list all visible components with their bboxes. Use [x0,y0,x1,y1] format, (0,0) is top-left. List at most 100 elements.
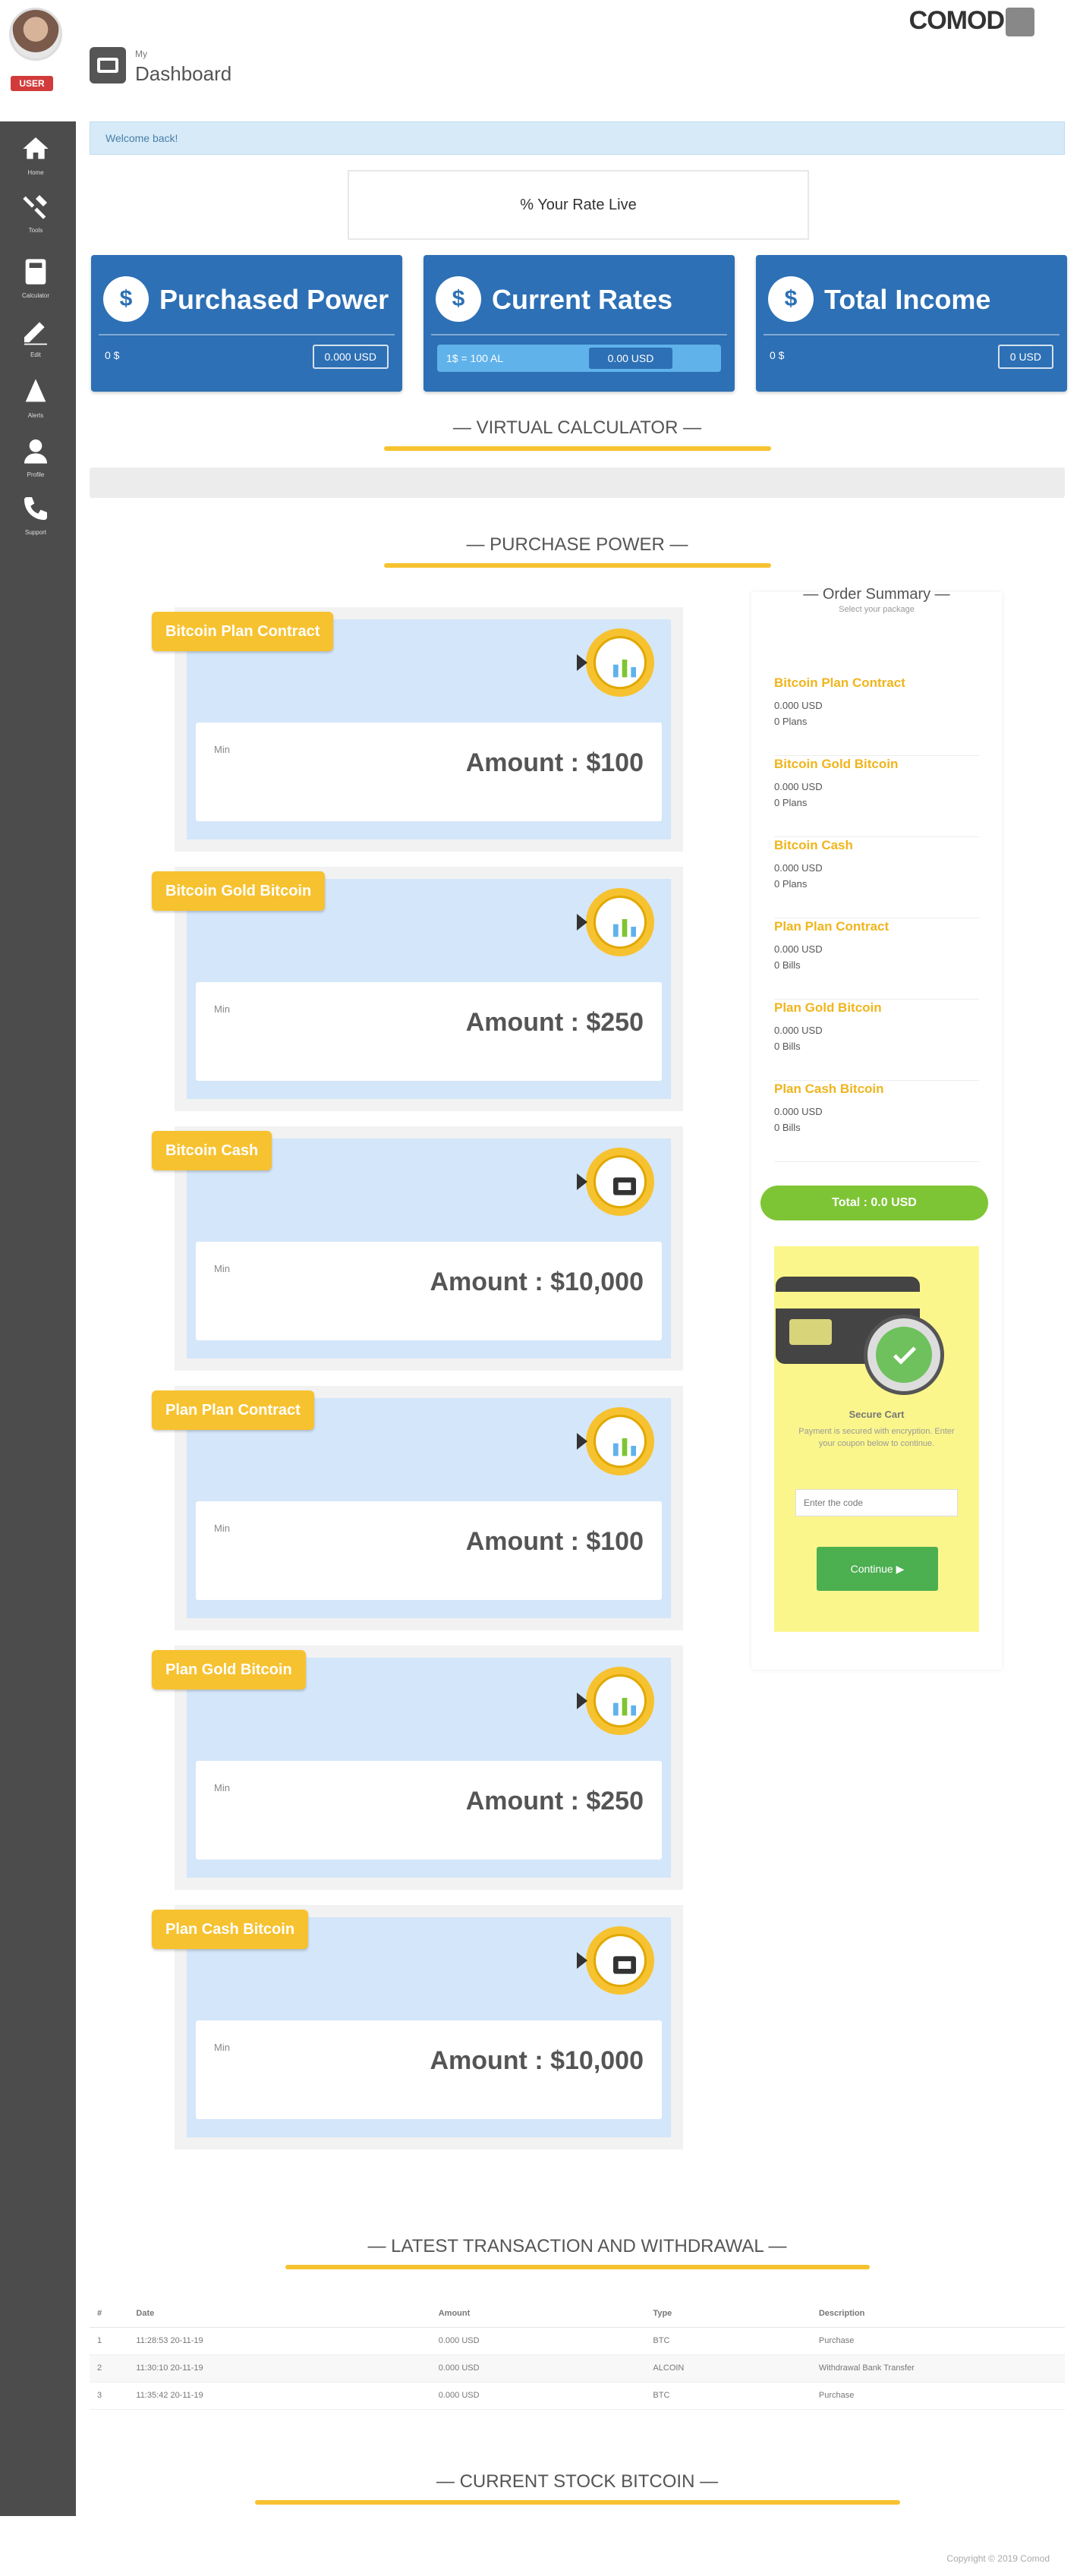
summary-item: Bitcoin Cash 0.000 USD 0 Plans [774,838,979,918]
sidebar-item-support[interactable]: Support [18,493,53,537]
product-card[interactable]: Min Amount : $100 Plan Plan Contract [152,1386,683,1630]
product-amount-box: Min Amount : $100 [196,1501,662,1600]
summary-item-count: 0 Bills [774,1041,801,1052]
product-amount-box: Min Amount : $100 [196,723,662,821]
summary-item-amount: 0.000 USD [774,943,823,955]
divider [431,334,727,335]
section-underline [383,446,771,451]
stat-left-value: 0 $ [770,349,785,361]
table-cell: Purchase [811,2382,1065,2410]
table-header[interactable]: Type [645,2300,811,2328]
sidebar-item-calculator[interactable]: Calculator [18,257,53,301]
summary-item: Plan Gold Bitcoin 0.000 USD 0 Bills [774,1000,979,1081]
summary-item: Plan Cash Bitcoin 0.000 USD 0 Bills [774,1082,979,1162]
check-icon [864,1315,944,1395]
table-cell: 0.000 USD [430,2354,646,2382]
order-summary-title: — Order Summary — Select your package [751,586,1002,614]
sidebar-item-alerts[interactable]: Alerts [18,376,53,420]
table-header[interactable]: Amount [430,2300,646,2328]
product-card-body: Min Amount : $10,000 [187,1917,671,2137]
coin-icon[interactable] [577,1407,654,1475]
order-summary-subtitle: Select your package [839,605,915,614]
product-amount: Amount : $10,000 [430,1268,644,1296]
stat-title: Current Rates [492,284,673,315]
dashboard-icon [90,47,126,83]
sidebar-item-label: Edit [30,351,41,358]
stat-card-current-rates: $ Current Rates 1$ = 100 AL 0.00 USD [423,255,735,392]
sidebar-item-edit[interactable]: Edit [18,316,53,360]
total-button[interactable]: Total : 0.0 USD [760,1186,988,1220]
product-amount-box: Min Amount : $250 [196,982,662,1081]
coin-icon[interactable] [577,1926,654,1995]
product-card[interactable]: Min Amount : $100 Bitcoin Plan Contract [152,607,683,852]
tools-icon [23,195,47,219]
table-row[interactable]: 3 11:35:42 20-11-19 0.000 USD BTC Purchase [90,2382,1065,2410]
summary-item-count: 0 Plans [774,797,808,808]
product-amount: Amount : $250 [465,1787,644,1815]
divider [99,334,395,335]
sidebar-item-profile[interactable]: Profile [18,436,53,480]
sidebar-item-label: Calculator [21,292,49,299]
summary-item-count: 0 Plans [774,716,808,727]
table-cell: 11:35:42 20-11-19 [128,2382,431,2410]
product-card[interactable]: Min Amount : $10,000 Bitcoin Cash [152,1126,683,1371]
summary-item: Bitcoin Plan Contract 0.000 USD 0 Plans [774,675,979,756]
summary-item: Bitcoin Gold Bitcoin 0.000 USD 0 Plans [774,757,979,837]
product-tag: Plan Cash Bitcoin [152,1910,309,1949]
stat-right-value[interactable]: 0.000 USD [312,345,389,369]
product-card[interactable]: Min Amount : $250 Bitcoin Gold Bitcoin [152,867,683,1111]
product-card-body: Min Amount : $250 [187,1658,671,1878]
product-card-body: Min Amount : $250 [187,879,671,1099]
table-cell: 0.000 USD [430,2327,646,2355]
page: USER Home Tools Calculator Edit Alerts P… [0,0,1080,2576]
coin-icon[interactable] [577,1148,654,1216]
edit-icon [24,322,47,345]
coin-icon[interactable] [577,1667,654,1735]
table-cell: 1 [90,2327,129,2355]
product-card[interactable]: Min Amount : $250 Plan Gold Bitcoin [152,1645,683,1890]
summary-item-name: Bitcoin Plan Contract [774,675,905,690]
continue-button[interactable]: Continue ▶ [817,1547,938,1591]
product-amount: Amount : $10,000 [430,2046,644,2075]
summary-item-count: 0 Bills [774,1122,801,1133]
product-min-label: Min [214,1003,230,1015]
brand-logo[interactable]: COMOD [909,6,1034,37]
summary-item-name: Plan Cash Bitcoin [774,1082,884,1096]
section-current-stock: — CURRENT STOCK BITCOIN — [90,2471,1065,2505]
table-row[interactable]: 1 11:28:53 20-11-19 0.000 USD BTC Purchase [90,2327,1065,2355]
stat-left-value: 0 $ [105,349,120,361]
section-purchase-power: — PURCHASE POWER — [90,534,1065,568]
product-min-label: Min [214,1782,230,1793]
section-heading: — CURRENT STOCK BITCOIN — [436,2471,719,2492]
coin-icon[interactable] [577,888,654,956]
table-header[interactable]: Date [128,2300,431,2328]
user-icon [24,439,47,464]
sidebar-item-tools[interactable]: Tools [18,191,53,235]
coin-icon[interactable] [577,628,654,697]
sidebar-item-label: Profile [27,471,45,478]
product-tag: Bitcoin Gold Bitcoin [152,871,326,911]
rate-live-box: % Your Rate Live [348,170,809,240]
coupon-input[interactable] [795,1489,958,1516]
section-underline [383,563,771,568]
product-card[interactable]: Min Amount : $10,000 Plan Cash Bitcoin [152,1905,683,2149]
footer-copyright: Copyright © 2019 Comod [946,2553,1050,2564]
bell-icon [25,379,46,402]
table-header[interactable]: # [90,2300,129,2328]
avatar[interactable] [9,8,62,61]
product-amount-box: Min Amount : $10,000 [196,2020,662,2119]
table-row[interactable]: 2 11:30:10 20-11-19 0.000 USD ALCOIN Withdra… [90,2354,1065,2382]
stat-right-value[interactable]: 0 USD [997,345,1053,369]
section-underline [285,2265,870,2269]
table-header[interactable]: Description [811,2300,1065,2328]
calculator-bar[interactable] [90,468,1065,498]
table-cell: Withdrawal Bank Transfer [811,2354,1065,2382]
sidebar-item-label: Home [27,169,44,176]
summary-item-amount: 0.000 USD [774,862,823,874]
table-cell: 11:30:10 20-11-19 [128,2354,431,2382]
summary-item-name: Plan Gold Bitcoin [774,1000,882,1015]
sidebar-item-home[interactable]: Home [18,134,53,178]
section-heading: — PURCHASE POWER — [466,534,688,555]
section-heading: — VIRTUAL CALCULATOR — [452,417,702,438]
product-tag: Bitcoin Plan Contract [152,612,334,651]
